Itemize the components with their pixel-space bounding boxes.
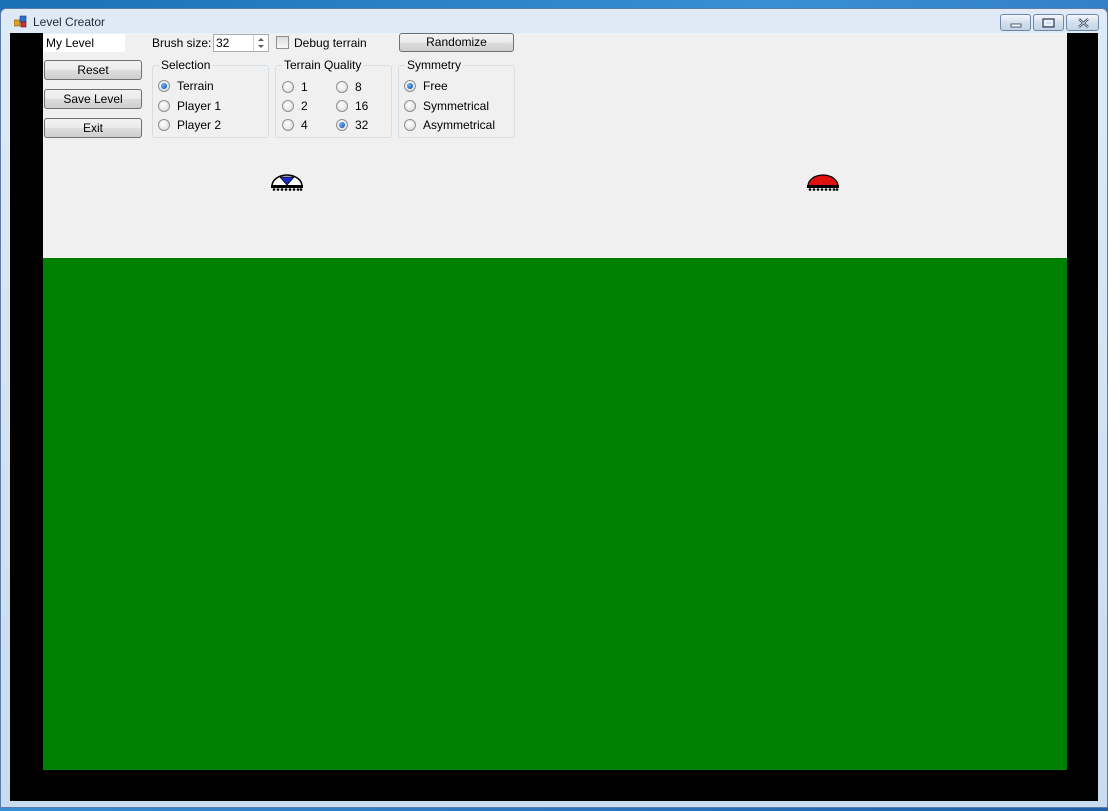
client-area: My Level Brush size: 32 Debug terrain Ra… — [10, 33, 1098, 801]
radio-quality-32-label: 32 — [355, 118, 369, 132]
app-icon — [14, 15, 27, 28]
terrain-quality-group: Terrain Quality 1 2 4 8 16 32 — [275, 58, 392, 138]
reset-button[interactable]: Reset — [44, 60, 142, 80]
radio-quality-8-label: 8 — [355, 80, 362, 94]
radio-quality-16[interactable] — [336, 100, 348, 112]
radio-quality-1[interactable] — [282, 81, 294, 93]
level-creator-window: Level Creator My Level Brush size: 32 De… — [0, 8, 1108, 808]
debug-terrain-label: Debug terrain — [294, 36, 367, 50]
minimize-icon — [1010, 23, 1022, 28]
selection-title: Selection — [159, 58, 213, 72]
radio-quality-1-label: 1 — [301, 80, 308, 94]
radio-quality-8[interactable] — [336, 81, 348, 93]
symmetry-title: Symmetry — [405, 58, 463, 72]
player-1-tank-icon[interactable] — [270, 173, 304, 191]
symmetry-group: Symmetry Free Symmetrical Asymmetrical — [398, 58, 515, 138]
stepper-up-icon[interactable] — [254, 35, 268, 43]
level-name-input[interactable]: My Level — [43, 34, 125, 52]
brush-size-label: Brush size: — [152, 36, 212, 50]
player-2-tank-icon[interactable] — [806, 173, 840, 191]
radio-quality-2[interactable] — [282, 100, 294, 112]
radio-quality-2-label: 2 — [301, 99, 308, 113]
radio-quality-32[interactable] — [336, 119, 348, 131]
exit-button[interactable]: Exit — [44, 118, 142, 138]
close-button[interactable] — [1066, 14, 1099, 31]
save-level-button[interactable]: Save Level — [44, 89, 142, 109]
minimize-button[interactable] — [1000, 14, 1031, 31]
maximize-button[interactable] — [1033, 14, 1064, 31]
radio-quality-16-label: 16 — [355, 99, 369, 113]
randomize-button[interactable]: Randomize — [399, 33, 514, 52]
radio-player-1-label: Player 1 — [177, 99, 222, 113]
brush-size-value: 32 — [216, 36, 230, 50]
terrain-quality-title: Terrain Quality — [282, 58, 364, 72]
radio-player-1[interactable] — [158, 100, 170, 112]
radio-symmetrical[interactable] — [404, 100, 416, 112]
title-bar[interactable]: Level Creator — [1, 9, 1107, 33]
radio-symmetrical-label: Symmetrical — [423, 99, 490, 113]
maximize-icon — [1042, 18, 1055, 28]
radio-asymmetrical-label: Asymmetrical — [423, 118, 496, 132]
radio-player-2-label: Player 2 — [177, 118, 222, 132]
editor-panel[interactable]: My Level Brush size: 32 Debug terrain Ra… — [43, 33, 1067, 258]
radio-quality-4[interactable] — [282, 119, 294, 131]
terrain-ground[interactable] — [43, 258, 1067, 770]
radio-quality-4-label: 4 — [301, 118, 308, 132]
radio-terrain[interactable] — [158, 80, 170, 92]
radio-free[interactable] — [404, 80, 416, 92]
radio-asymmetrical[interactable] — [404, 119, 416, 131]
radio-player-2[interactable] — [158, 119, 170, 131]
close-icon — [1078, 18, 1089, 28]
debug-terrain-checkbox[interactable] — [276, 36, 289, 49]
radio-free-label: Free — [423, 79, 448, 93]
radio-terrain-label: Terrain — [177, 79, 214, 93]
selection-group: Selection Terrain Player 1 Player 2 — [152, 58, 269, 138]
stepper-down-icon[interactable] — [254, 43, 268, 51]
brush-size-stepper[interactable]: 32 — [213, 34, 269, 52]
window-title: Level Creator — [33, 15, 106, 29]
stepper-arrows[interactable] — [253, 35, 268, 51]
